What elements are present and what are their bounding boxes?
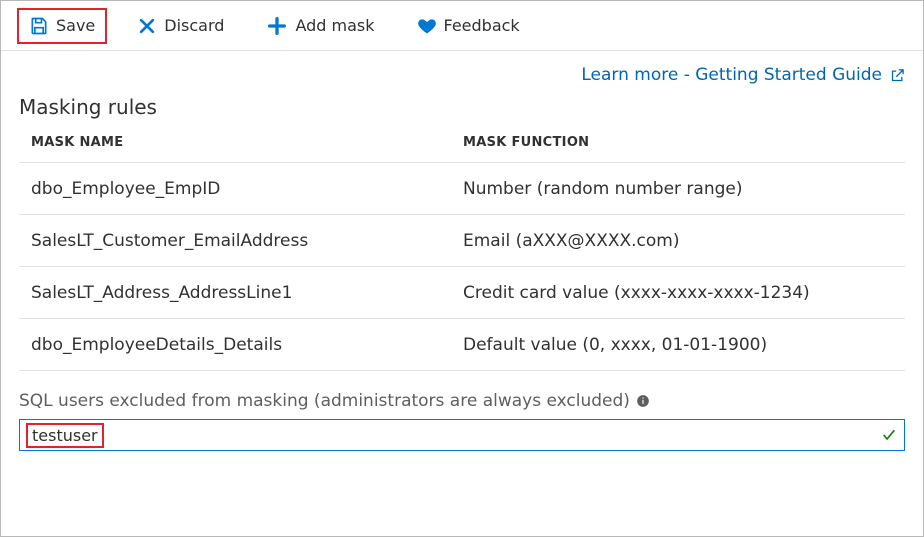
info-icon[interactable] [636,394,650,408]
heart-icon [417,16,437,36]
table-header: MASK NAME MASK FUNCTION [19,125,905,162]
excluded-text: SQL users excluded from masking (adminis… [19,391,630,411]
save-button[interactable]: Save [17,8,107,44]
external-link-icon [890,68,905,83]
mask-function: Credit card value (xxxx-xxxx-xxxx-1234) [463,283,905,303]
save-label: Save [56,16,95,35]
section-title: Masking rules [19,95,905,119]
mask-name: dbo_EmployeeDetails_Details [31,335,463,355]
excluded-input[interactable]: testuser [19,419,905,451]
feedback-label: Feedback [444,16,520,35]
mask-name: SalesLT_Customer_EmailAddress [31,231,463,251]
excluded-label: SQL users excluded from masking (adminis… [19,391,905,411]
table-row[interactable]: SalesLT_Customer_EmailAddress Email (aXX… [19,215,905,267]
mask-function: Default value (0, xxxx, 01-01-1900) [463,335,905,355]
excluded-input-wrap: testuser [19,419,905,451]
col-mask-function: MASK FUNCTION [463,135,905,150]
mask-function: Email (aXXX@XXXX.com) [463,231,905,251]
add-mask-button[interactable]: Add mask [254,8,386,44]
close-icon [137,16,157,36]
discard-button[interactable]: Discard [125,8,236,44]
discard-label: Discard [164,16,224,35]
content: Learn more - Getting Started Guide Maski… [1,51,923,463]
col-mask-name: MASK NAME [31,135,463,150]
mask-function: Number (random number range) [463,179,905,199]
learn-more-text: Learn more - Getting Started Guide [581,65,882,85]
mask-name: SalesLT_Address_AddressLine1 [31,283,463,303]
plus-icon [266,15,288,37]
rules-list: dbo_Employee_EmpID Number (random number… [19,162,905,371]
table-row[interactable]: dbo_Employee_EmpID Number (random number… [19,163,905,215]
table-row[interactable]: dbo_EmployeeDetails_Details Default valu… [19,319,905,371]
checkmark-icon [881,427,897,443]
toolbar: Save Discard Add mask Feedback [1,1,923,51]
learn-more-link[interactable]: Learn more - Getting Started Guide [581,65,905,85]
table-row[interactable]: SalesLT_Address_AddressLine1 Credit card… [19,267,905,319]
feedback-button[interactable]: Feedback [405,8,532,44]
mask-name: dbo_Employee_EmpID [31,179,463,199]
excluded-value: testuser [26,423,104,448]
add-mask-label: Add mask [295,16,374,35]
save-icon [29,16,49,36]
